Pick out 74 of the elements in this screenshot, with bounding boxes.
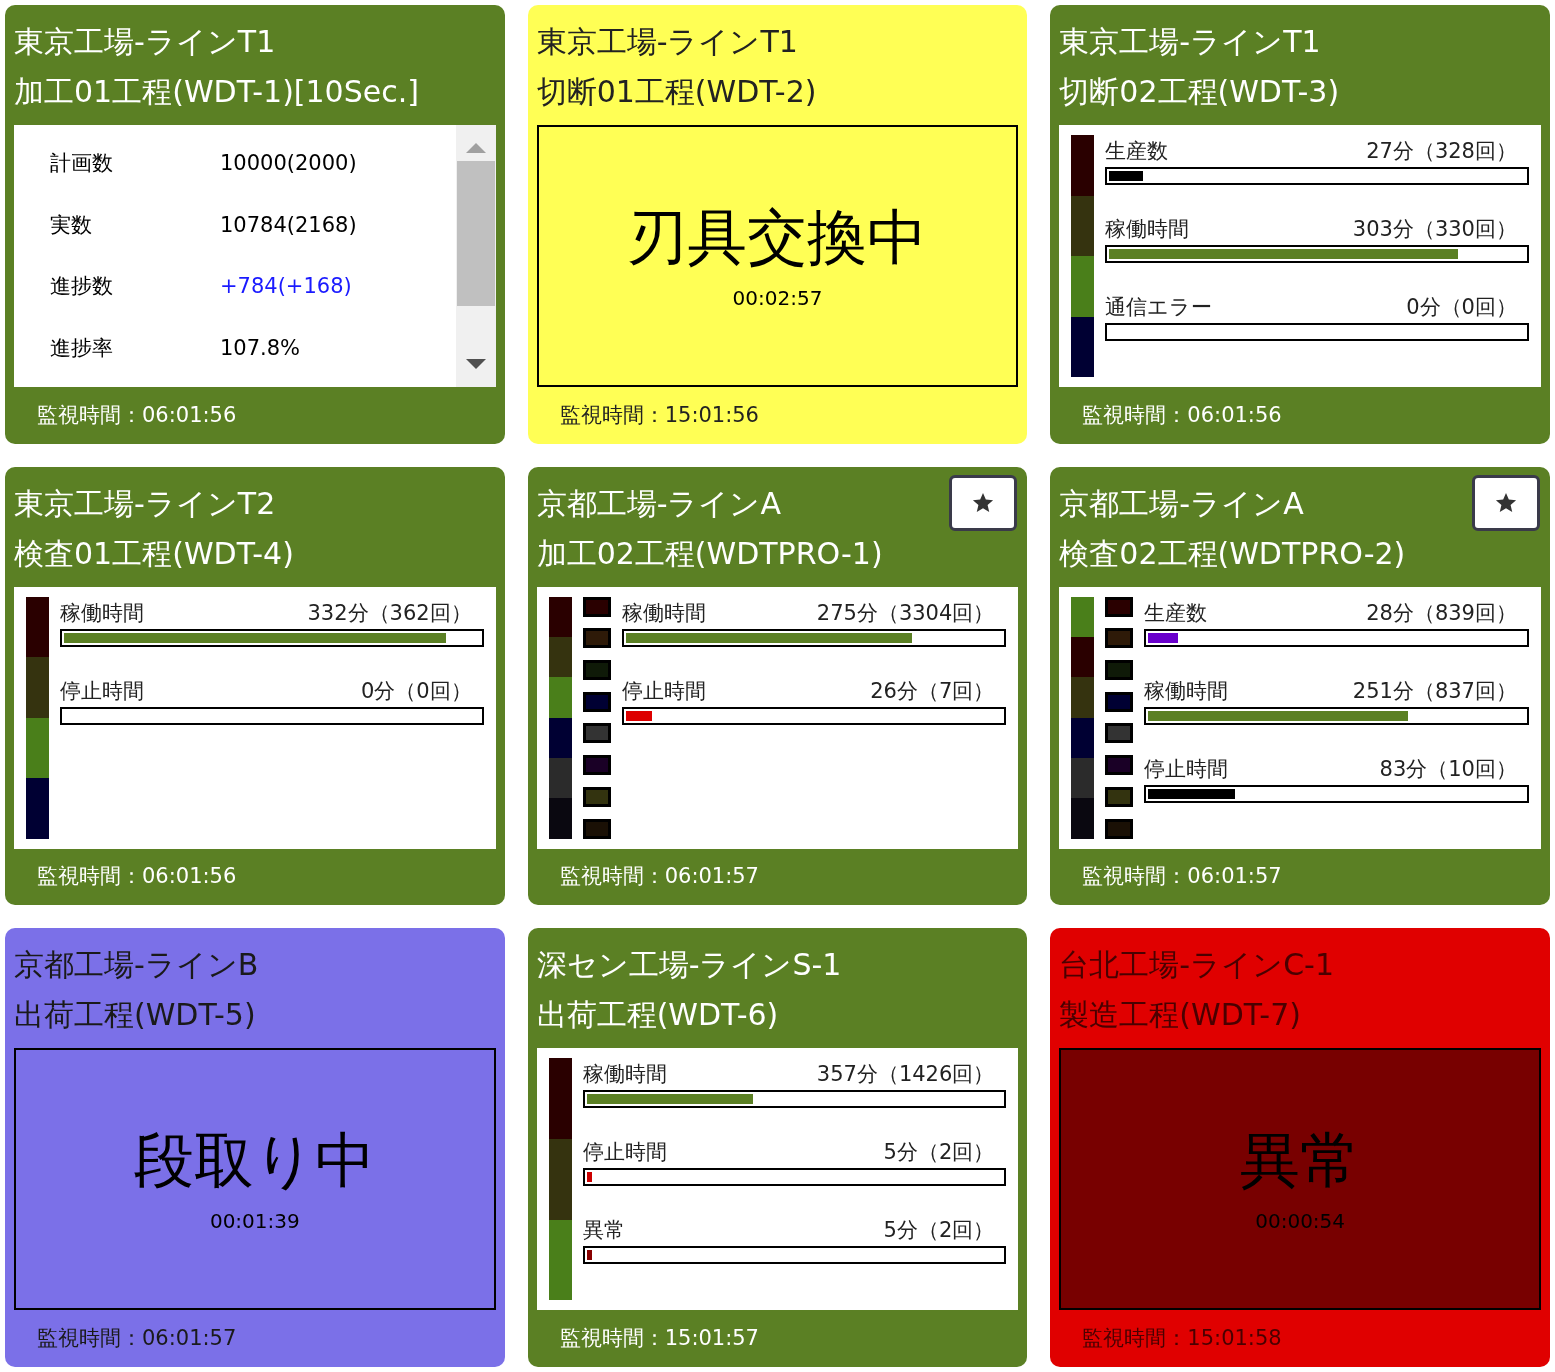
scroll-thumb[interactable]	[456, 161, 495, 306]
monitor-time: 監視時間：06:01:57	[37, 1324, 237, 1352]
card-title: 加工01工程(WDT-1)[10Sec.]	[14, 73, 419, 111]
star-icon	[1495, 491, 1517, 514]
status-timer: 00:02:57	[732, 285, 823, 312]
monitor-time: 監視時間：06:01:56	[37, 863, 237, 891]
monitor-time: 監視時間：06:01:56	[37, 401, 237, 429]
bar-label: 稼働時間	[582, 1061, 667, 1089]
bar-reading: 0分（0回）	[1406, 294, 1517, 321]
bar-label: 生産数	[1105, 138, 1169, 165]
row-value: +784(+168)	[220, 273, 352, 300]
card-title: 加工02工程(WDTPRO-1)	[536, 534, 883, 573]
bar-reading: 0分（0回）	[360, 677, 472, 705]
bar-reading: 251分（837回）	[1352, 677, 1517, 705]
bar-label: 停止時間	[1144, 755, 1229, 783]
row-label: 進捗率	[50, 334, 114, 362]
bar-reading: 28分（839回）	[1366, 599, 1517, 627]
card-title: 出荷工程(WDT-5)	[14, 996, 257, 1035]
row-value: 107.8%	[220, 334, 301, 362]
bar-label: 異常	[582, 1217, 625, 1245]
card-title: 台北工場-ラインC-1	[1059, 946, 1334, 985]
bar-label: 稼働時間	[60, 599, 144, 627]
card-title: 東京工場-ラインT1	[536, 23, 799, 61]
card-title: 検査01工程(WDT-4)	[14, 534, 294, 573]
status-text: 段取り中	[134, 1124, 376, 1198]
bar-reading: 357分（1426回）	[816, 1061, 995, 1089]
bar-label: 停止時間	[582, 1139, 667, 1167]
card-title: 深セン工場-ラインS-1	[536, 946, 842, 985]
card-title: 切断01工程(WDT-2)	[536, 73, 817, 111]
bar-label: 停止時間	[621, 677, 706, 705]
monitor-time: 監視時間：06:01:56	[1082, 401, 1282, 429]
card-title: 東京工場-ラインT1	[1059, 23, 1322, 61]
row-label: 計画数	[50, 150, 114, 177]
monitor-time: 監視時間：15:01:56	[559, 401, 759, 429]
monitor-time: 監視時間：15:01:57	[559, 1324, 759, 1352]
row-value: 10784(2168)	[220, 211, 357, 239]
card-title: 京都工場-ラインA	[536, 484, 782, 523]
bar-reading: 275分（3304回）	[816, 599, 995, 627]
card-title: 東京工場-ラインT2	[14, 484, 277, 523]
card-title: 京都工場-ラインB	[14, 946, 259, 985]
card-title: 京都工場-ラインA	[1059, 484, 1305, 523]
bar-label: 停止時間	[60, 677, 144, 705]
bar-label: 稼働時間	[1144, 677, 1229, 705]
bar-reading: 83分（10回）	[1379, 755, 1517, 783]
bar-reading: 27分（328回）	[1366, 138, 1517, 165]
card-title: 検査02工程(WDTPRO-2)	[1059, 534, 1406, 573]
status-timer: 00:00:54	[1255, 1208, 1346, 1236]
bar-reading: 332分（362回）	[307, 599, 472, 627]
row-label: 進捗数	[50, 273, 114, 300]
row-value: 10000(2000)	[220, 150, 357, 177]
bar-label: 生産数	[1144, 599, 1208, 627]
card-title: 製造工程(WDT-7)	[1059, 996, 1302, 1035]
star-icon	[972, 491, 995, 514]
card-title: 出荷工程(WDT-6)	[536, 996, 780, 1035]
scroll-down-icon[interactable]	[465, 359, 486, 371]
bar-reading: 5分（2回）	[883, 1217, 995, 1245]
monitor-time: 監視時間：06:01:57	[1082, 863, 1282, 891]
card-title: 東京工場-ラインT1	[14, 23, 277, 61]
favorite-button[interactable]	[1472, 474, 1540, 531]
bar-label: 通信エラー	[1105, 294, 1213, 321]
row-label: 実数	[50, 211, 93, 239]
bar-reading: 5分（2回）	[883, 1139, 995, 1167]
scrollbar[interactable]	[455, 125, 496, 387]
favorite-button[interactable]	[949, 474, 1018, 531]
status-text: 異常	[1240, 1124, 1361, 1198]
status-timer: 00:01:39	[209, 1208, 300, 1236]
bar-label: 稼働時間	[621, 599, 706, 627]
monitor-time: 監視時間：06:01:57	[559, 863, 759, 891]
bar-reading: 26分（7回）	[870, 677, 995, 705]
monitor-time: 監視時間：15:01:58	[1082, 1324, 1282, 1352]
status-text: 刃具交換中	[627, 201, 928, 274]
card-title: 切断02工程(WDT-3)	[1059, 73, 1340, 111]
bar-label: 稼働時間	[1105, 216, 1190, 243]
bar-reading: 303分（330回）	[1352, 216, 1517, 243]
